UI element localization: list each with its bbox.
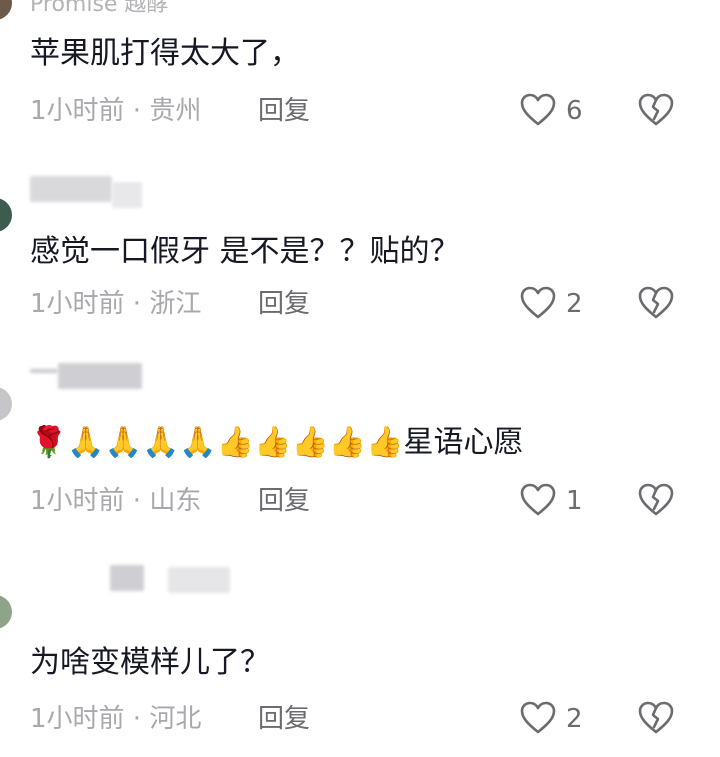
like-icon[interactable] — [520, 93, 556, 127]
comment-location: 浙江 — [149, 289, 202, 319]
username[interactable]: Promise 越酵 — [30, 0, 168, 18]
comment-meta: 1小时前 · 浙江 — [30, 288, 201, 320]
username-blurred — [168, 567, 230, 593]
comment-text: 感觉一口假牙 是不是？？贴的？ — [30, 234, 460, 269]
comment-text-words: 星语心愿 — [403, 425, 524, 460]
username-blurred — [112, 182, 142, 208]
comment-meta: 1小时前 · 河北 — [30, 703, 201, 735]
username-blurred — [30, 369, 58, 373]
like-icon[interactable] — [520, 483, 556, 517]
reply-button[interactable]: 回复 — [258, 288, 310, 320]
comment-time: 1小时前 — [30, 704, 125, 734]
comment-location: 河北 — [149, 704, 202, 734]
broken-heart-icon[interactable] — [638, 286, 674, 320]
comment-item: 感觉一口假牙 是不是？？贴的？ 1小时前 · 浙江 回复 2 — [0, 160, 720, 340]
like-icon[interactable] — [520, 286, 556, 320]
meta-separator: · — [124, 96, 150, 126]
avatar[interactable] — [0, 387, 12, 421]
meta-separator: · — [124, 704, 150, 734]
meta-separator: · — [124, 289, 150, 319]
comment-location: 贵州 — [149, 96, 202, 126]
like-count: 1 — [566, 486, 583, 516]
broken-heart-icon[interactable] — [638, 701, 674, 735]
like-icon[interactable] — [520, 701, 556, 735]
broken-heart-icon[interactable] — [638, 483, 674, 517]
like-count: 6 — [566, 96, 583, 126]
comment-location: 山东 — [149, 486, 202, 516]
comment-item: 🌹🙏🙏🙏🙏👍👍👍👍👍星语心愿 1小时前 · 山东 回复 1 — [0, 355, 720, 545]
comment-meta: 1小时前 · 贵州 — [30, 95, 201, 127]
comment-item: 为啥变模样儿了？ 1小时前 · 河北 回复 2 — [0, 555, 720, 757]
comment-item: Promise 越酵 苹果肌打得太大了， 1小时前 · 贵州 回复 6 — [0, 0, 720, 150]
meta-separator: · — [124, 486, 150, 516]
reply-button[interactable]: 回复 — [258, 703, 310, 735]
reply-button[interactable]: 回复 — [258, 95, 310, 127]
comment-time: 1小时前 — [30, 289, 125, 319]
username-blurred — [110, 565, 144, 591]
avatar[interactable] — [0, 0, 12, 20]
username-blurred — [58, 363, 142, 389]
reply-button[interactable]: 回复 — [258, 485, 310, 517]
avatar[interactable] — [0, 198, 12, 232]
avatar[interactable] — [0, 595, 12, 629]
like-count: 2 — [566, 289, 583, 319]
comment-time: 1小时前 — [30, 486, 125, 516]
emoji-sequence: 🌹🙏🙏🙏🙏👍👍👍👍👍 — [30, 425, 404, 460]
comment-text: 为啥变模样儿了？ — [30, 645, 270, 680]
broken-heart-icon[interactable] — [638, 93, 674, 127]
username-blurred — [30, 176, 112, 202]
comment-text: 苹果肌打得太大了， — [30, 36, 300, 71]
comment-meta: 1小时前 · 山东 — [30, 485, 201, 517]
like-count: 2 — [566, 704, 583, 734]
comment-text: 🌹🙏🙏🙏🙏👍👍👍👍👍星语心愿 — [30, 425, 524, 461]
comment-time: 1小时前 — [30, 96, 125, 126]
